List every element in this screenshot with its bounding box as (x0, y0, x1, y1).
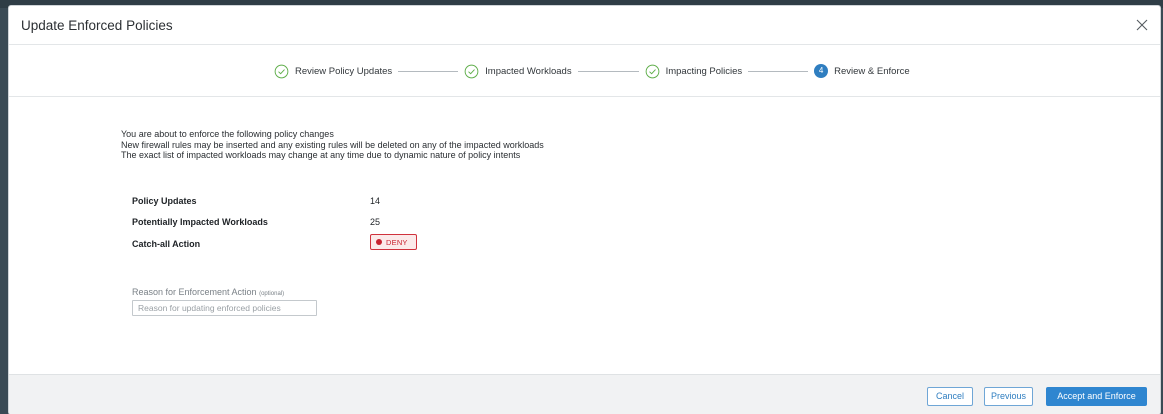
step-review-policy-updates[interactable]: Review Policy Updates (274, 64, 392, 79)
modal-footer: Cancel Previous Accept and Enforce (9, 374, 1160, 414)
step-connector (398, 70, 459, 72)
step-impacting-policies[interactable]: Impacting Policies (645, 64, 743, 79)
cancel-button[interactable]: Cancel (927, 387, 973, 406)
step-label: Impacting Policies (665, 65, 743, 77)
reason-input[interactable] (132, 300, 317, 316)
accept-and-enforce-button[interactable]: Accept and Enforce (1046, 387, 1147, 406)
step-connector (748, 70, 809, 72)
update-enforced-policies-modal: Update Enforced Policies Review Policy U… (9, 6, 1160, 414)
step-connector (577, 70, 639, 72)
policy-updates-value: 14 (370, 196, 381, 206)
modal-header: Update Enforced Policies (9, 6, 1160, 45)
catch-all-action-label: Catch-all Action (132, 239, 201, 249)
description-line: New firewall rules may be inserted and a… (121, 139, 544, 150)
reason-field-label: Reason for Enforcement Action (optional) (132, 287, 284, 297)
description-line: The exact list of impacted workloads may… (121, 150, 521, 160)
enforcement-description: You are about to enforce the following p… (121, 129, 544, 161)
deny-badge-label: DENY (386, 237, 408, 247)
deny-dot-icon (376, 239, 382, 245)
impacted-workloads-label: Potentially Impacted Workloads (132, 217, 268, 227)
close-button[interactable] (1132, 15, 1152, 35)
previous-button[interactable]: Previous (984, 387, 1033, 406)
step-number-badge: 4 (814, 64, 829, 78)
catch-all-deny-badge: DENY (370, 234, 417, 250)
check-circle-icon (274, 64, 289, 78)
reason-label-text: Reason for Enforcement Action (132, 287, 257, 297)
check-circle-icon (464, 64, 479, 78)
modal-title: Update Enforced Policies (21, 18, 173, 33)
impacted-workloads-value: 25 (370, 217, 381, 227)
step-label: Review Policy Updates (295, 65, 393, 77)
wizard-stepper-bar: Review Policy Updates Impacted Workloads… (9, 45, 1160, 97)
close-icon (1136, 19, 1148, 31)
wizard-stepper: Review Policy Updates Impacted Workloads… (274, 63, 910, 79)
step-label: Impacted Workloads (485, 65, 572, 77)
description-line: You are about to enforce the following p… (121, 129, 334, 139)
step-label: Review & Enforce (834, 65, 910, 77)
step-review-and-enforce[interactable]: 4 Review & Enforce (814, 64, 910, 78)
optional-hint: (optional) (259, 291, 285, 297)
policy-updates-label: Policy Updates (132, 196, 197, 206)
step-impacted-workloads[interactable]: Impacted Workloads (464, 64, 572, 79)
check-circle-icon (645, 64, 659, 78)
